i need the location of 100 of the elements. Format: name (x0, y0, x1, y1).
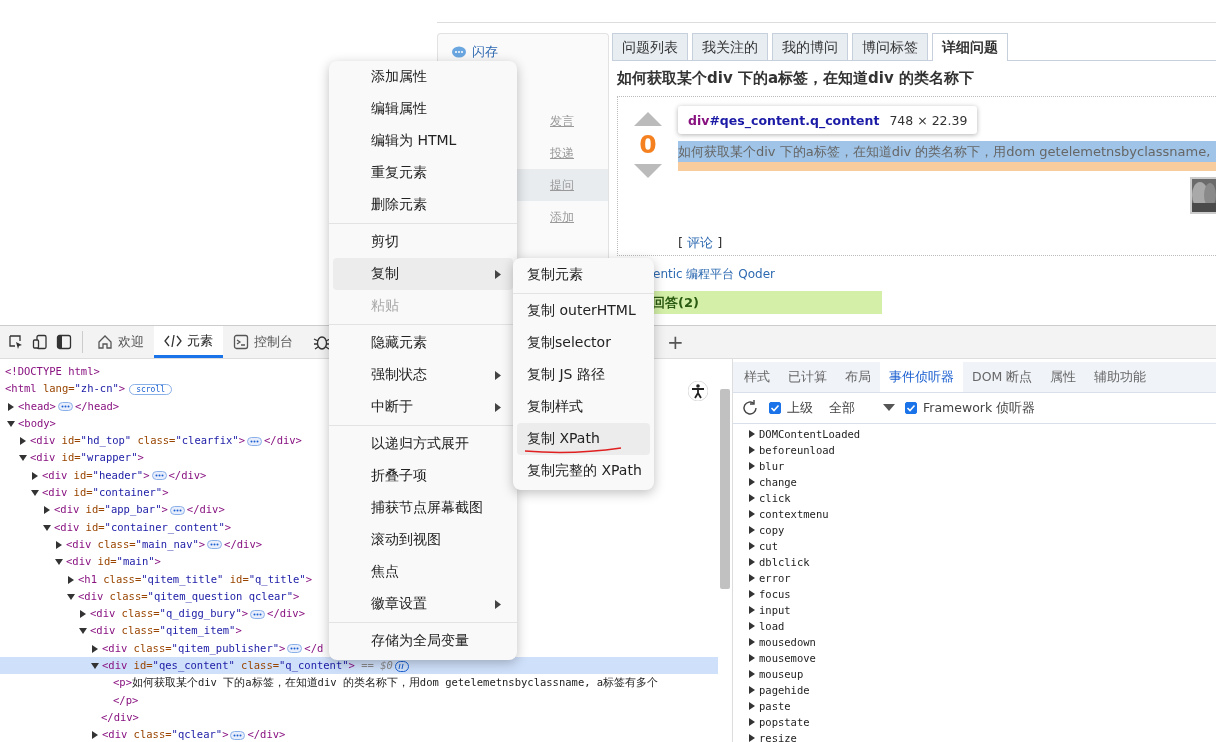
panel-tab[interactable]: 样式 (735, 362, 779, 392)
menu-item[interactable]: 强制状态 (333, 359, 513, 391)
menu-item[interactable]: 焦点 (333, 556, 513, 588)
code-line[interactable]: <div id="hd_top" class="clearfix"> </div> (30, 434, 302, 447)
scrollbar[interactable] (720, 389, 730, 589)
menu-item[interactable]: 剪切 (333, 226, 513, 258)
event-name[interactable]: copy (759, 524, 785, 536)
code-line[interactable]: <p>如何获取某个div 下的a标签，在知道div 的类名称下，用dom getelemetnsbyclassname, a标签有多个 (113, 676, 659, 689)
expand-arrow-icon[interactable] (91, 731, 99, 740)
menu-item[interactable]: 滚动到视图 (333, 524, 513, 556)
menu-item[interactable]: 添加属性 (333, 61, 513, 93)
accessibility-icon[interactable] (688, 381, 708, 401)
expand-arrow-icon[interactable] (19, 437, 27, 446)
expand-arrow-icon[interactable] (31, 489, 39, 498)
expand-arrow-icon[interactable] (7, 419, 15, 428)
expand-arrow-icon[interactable] (67, 575, 75, 584)
comment-link[interactable]: 评论 (687, 235, 714, 250)
code-line[interactable]: <html lang="zh-cn"> scroll (5, 382, 173, 395)
panel-tab[interactable]: 已计算 (779, 362, 836, 392)
event-name[interactable]: contextmenu (759, 508, 829, 520)
event-name[interactable]: input (759, 604, 791, 616)
expand-arrow-icon[interactable] (55, 540, 63, 549)
code-line[interactable]: <div class="main_nav"> </div> (66, 537, 263, 550)
expand-arrow-icon[interactable] (7, 402, 15, 411)
devtools-tab[interactable]: 控制台 (223, 326, 303, 358)
scope-dropdown[interactable]: 全部 (829, 399, 855, 417)
menu-item[interactable]: 隐藏元素 (333, 327, 513, 359)
menu-item[interactable]: 存储为全局变量 (333, 625, 513, 657)
ad-link[interactable]: entic 编程平台 Qoder (653, 266, 775, 283)
event-name[interactable]: popstate (759, 716, 810, 728)
menu-item[interactable]: 捕获节点屏幕截图 (333, 492, 513, 524)
menu-item[interactable]: 复制selector (517, 327, 650, 359)
event-name[interactable]: focus (759, 588, 791, 600)
expand-arrow-icon[interactable] (91, 662, 99, 671)
bug-icon[interactable] (313, 333, 331, 351)
expand-arrow-icon[interactable] (55, 558, 63, 567)
devtools-tab[interactable]: 元素 (154, 326, 223, 358)
menu-item[interactable]: 复制 XPath (517, 423, 650, 455)
event-name[interactable]: mouseup (759, 668, 804, 680)
event-name[interactable]: click (759, 492, 791, 504)
code-line[interactable]: <div class="qitem_item"> (90, 624, 242, 637)
expand-arrow-icon[interactable] (43, 506, 51, 515)
tab[interactable]: 我的博问 (772, 33, 848, 60)
expand-arrow-icon[interactable] (31, 471, 39, 480)
menu-item[interactable]: 复制完整的 XPath (517, 455, 650, 487)
menu-item[interactable]: 编辑为 HTML (333, 125, 513, 157)
code-line[interactable]: <div class="qitem_question qclear"> (78, 589, 300, 602)
panel-tab[interactable]: 事件侦听器 (880, 362, 963, 392)
event-name[interactable]: cut (759, 540, 778, 552)
device-icon[interactable] (32, 334, 48, 350)
expand-arrow-icon[interactable] (67, 592, 75, 601)
menu-item[interactable]: 编辑属性 (333, 93, 513, 125)
dock-icon[interactable] (56, 334, 72, 350)
menu-item[interactable]: 复制样式 (517, 391, 650, 423)
event-name[interactable]: error (759, 572, 791, 584)
dropdown-caret-icon[interactable] (883, 404, 895, 412)
menu-item[interactable]: 折叠子项 (333, 460, 513, 492)
menu-item[interactable]: 复制 JS 路径 (517, 359, 650, 391)
checkbox[interactable] (769, 402, 781, 414)
code-line[interactable]: <div class="qitem_publisher"> </d (102, 641, 324, 654)
menu-item[interactable]: 以递归方式展开 (333, 428, 513, 460)
expand-arrow-icon[interactable] (19, 454, 27, 463)
event-name[interactable]: resize (759, 732, 797, 742)
expand-arrow-icon[interactable] (91, 644, 99, 653)
add-tab-button[interactable]: + (667, 332, 684, 352)
code-line[interactable]: <body> (18, 416, 56, 429)
checkbox[interactable] (905, 402, 917, 414)
panel-tab[interactable]: DOM 断点 (963, 362, 1042, 392)
devtools-tab[interactable]: 欢迎 (87, 326, 154, 358)
event-name[interactable]: beforeunload (759, 444, 835, 456)
tab[interactable]: 博问标签 (852, 33, 928, 60)
event-name[interactable]: blur (759, 460, 785, 472)
menu-item[interactable]: 复制 (333, 258, 513, 290)
event-name[interactable]: dblclick (759, 556, 810, 568)
panel-tab[interactable]: 属性 (1041, 362, 1086, 392)
expand-arrow-icon[interactable] (79, 610, 87, 619)
code-line[interactable]: <div id="container"> (42, 486, 169, 499)
code-line[interactable]: </p> (113, 693, 139, 706)
code-line[interactable]: <h1 class="qitem_title" id="q_title"> (78, 572, 312, 585)
event-name[interactable]: change (759, 476, 797, 488)
code-line[interactable]: <head> </head> (18, 399, 120, 412)
event-name[interactable]: DOMContentLoaded (759, 428, 861, 440)
inspect-icon[interactable] (8, 334, 24, 350)
code-line[interactable]: <div id="header"> </div> (42, 468, 207, 481)
menu-item[interactable]: 徽章设置 (333, 588, 513, 620)
sidebar-link[interactable]: 闪存 (472, 44, 498, 59)
code-line[interactable]: <div id="main"> (66, 555, 161, 568)
event-name[interactable]: load (759, 620, 785, 632)
event-name[interactable]: paste (759, 700, 791, 712)
event-name[interactable]: mousedown (759, 636, 816, 648)
expand-arrow-icon[interactable] (79, 627, 87, 636)
refresh-icon[interactable] (741, 399, 759, 417)
tab[interactable]: 我关注的 (692, 33, 768, 60)
code-line[interactable]: <div id="container_content"> (54, 520, 232, 533)
code-line[interactable]: <div class="q_digg_bury"> </div> (90, 607, 305, 620)
panel-tab[interactable]: 辅助功能 (1085, 362, 1156, 392)
code-line[interactable]: <div class="qclear"> </div> (102, 728, 286, 741)
menu-item[interactable]: 中断于 (333, 391, 513, 423)
tab[interactable]: 详细问题 (932, 33, 1008, 61)
menu-item[interactable]: 复制元素 (517, 259, 650, 291)
